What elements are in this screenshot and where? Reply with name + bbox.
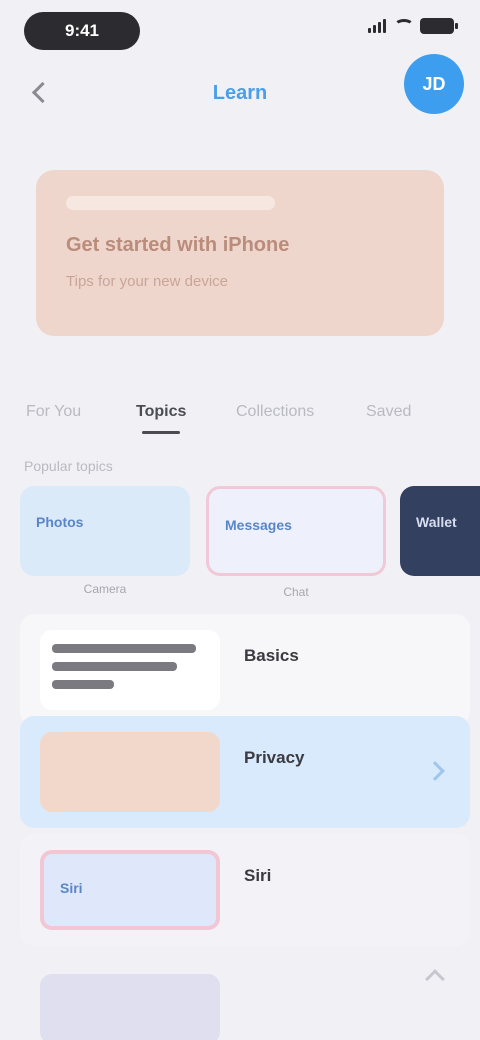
chevron-up-icon — [425, 969, 445, 989]
list-item-thumbnail — [40, 630, 220, 710]
tab-collections[interactable]: Collections — [236, 398, 314, 426]
section-label: Popular topics — [24, 458, 113, 474]
thumbnail-label: Siri — [60, 880, 83, 896]
list-item-privacy[interactable]: Privacy — [20, 716, 470, 828]
tab-saved[interactable]: Saved — [366, 398, 411, 426]
wifi-icon — [394, 19, 414, 33]
list-item-siri[interactable]: Siri Siri — [20, 834, 470, 946]
list-item-thumbnail: Siri — [40, 850, 220, 930]
status-icons — [368, 18, 458, 34]
page-title: Learn — [212, 82, 268, 104]
chevron-right-icon — [425, 761, 445, 781]
tab-for-you[interactable]: For You — [26, 398, 81, 426]
tab-bar: For You Topics Collections Saved — [0, 390, 480, 434]
list-item-title: Basics — [244, 646, 299, 665]
topic-card-wallet[interactable]: Wallet — [400, 486, 480, 576]
list-item-basics[interactable]: Basics — [20, 614, 470, 726]
banner-headline: Get started with iPhone — [66, 234, 290, 256]
topic-card-caption: Chat — [283, 585, 309, 596]
topic-card-photos[interactable]: Photos Camera — [20, 486, 190, 596]
thumbnail-text-line — [52, 644, 196, 653]
topic-card-label: Photos — [36, 514, 84, 530]
list-item-title: Privacy — [244, 748, 305, 767]
featured-banner[interactable]: Get started with iPhone Tips for your ne… — [36, 170, 444, 336]
topic-card-messages[interactable]: Messages Chat — [206, 486, 386, 596]
cellular-signal-icon — [368, 19, 388, 33]
topic-card-label: Messages — [225, 517, 292, 533]
topic-carousel[interactable]: Photos Camera Messages Chat Wallet — [0, 486, 480, 596]
thumbnail-text-line — [52, 680, 115, 689]
status-bar: 9:41 — [0, 0, 480, 60]
banner-decoration — [66, 196, 275, 210]
list-item-partial[interactable] — [20, 958, 470, 1040]
back-chevron-icon[interactable] — [30, 82, 52, 104]
avatar[interactable]: JD — [404, 54, 464, 114]
list-item-title: Siri — [244, 866, 272, 885]
list-item-thumbnail — [40, 974, 220, 1040]
status-time: 9:41 — [24, 12, 140, 50]
list-item-thumbnail — [40, 732, 220, 812]
battery-icon — [420, 18, 458, 34]
topic-card-caption: Camera — [83, 582, 127, 596]
banner-subtitle: Tips for your new device — [66, 273, 229, 290]
topic-card-label: Wallet — [416, 514, 457, 530]
tab-topics[interactable]: Topics — [136, 398, 186, 434]
thumbnail-text-line — [52, 662, 177, 671]
